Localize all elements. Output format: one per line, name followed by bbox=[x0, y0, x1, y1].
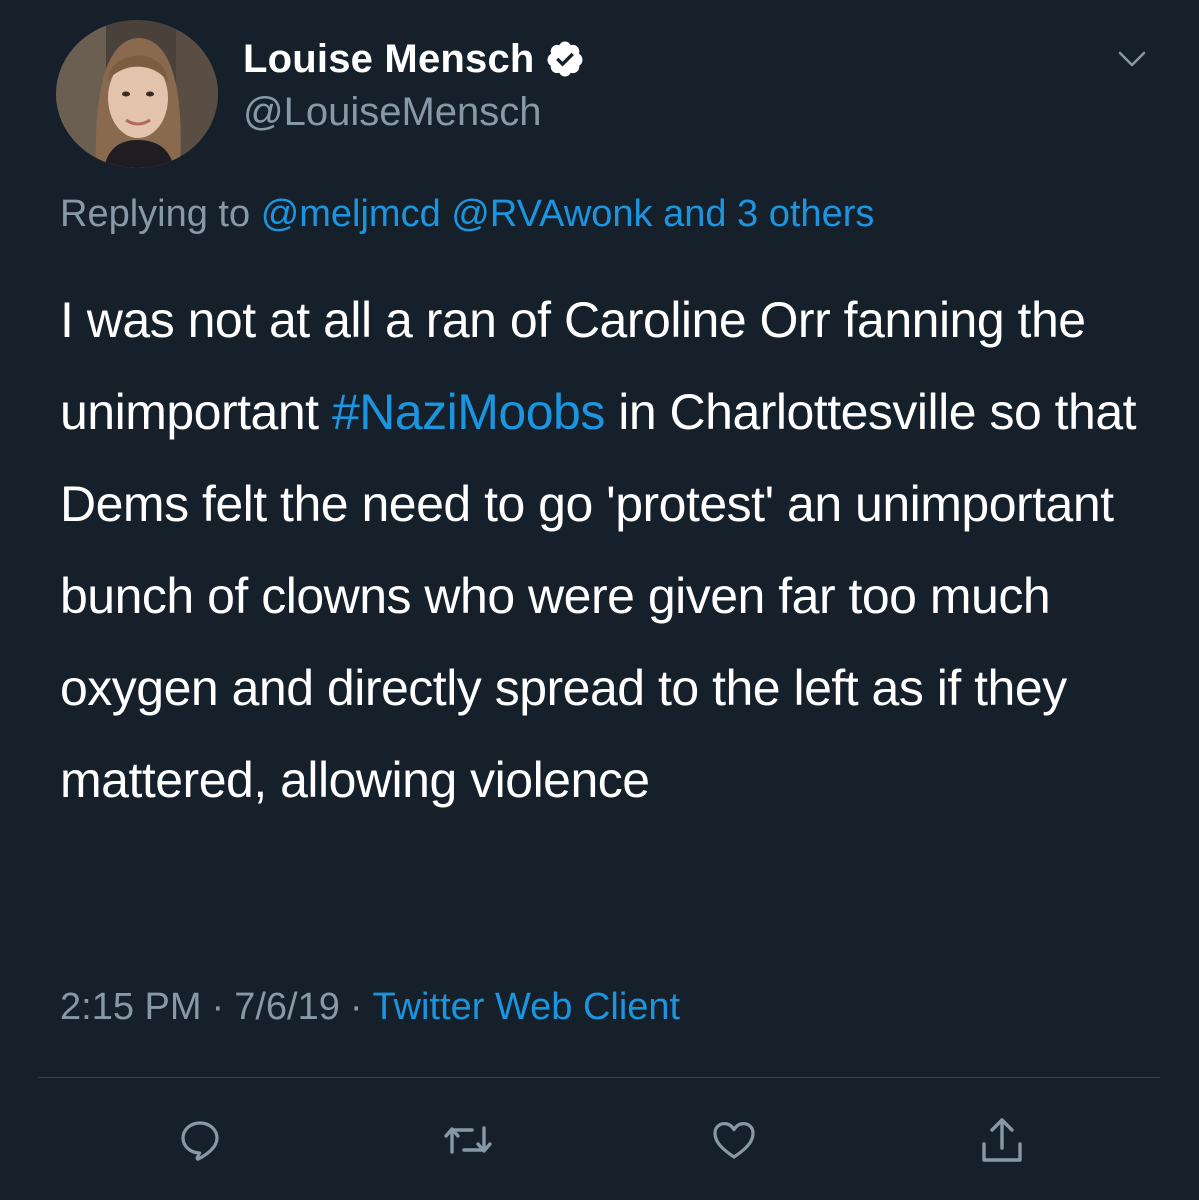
avatar[interactable] bbox=[56, 20, 218, 168]
action-bar bbox=[0, 1112, 1199, 1172]
user-info: Louise Mensch @LouiseMensch bbox=[243, 34, 585, 135]
chevron-down-icon[interactable] bbox=[1117, 48, 1147, 70]
tweet-text: I was not at all a ran of Caroline Orr f… bbox=[60, 274, 1170, 826]
replying-to-line: Replying to @meljmcd @RVAwonk and 3 othe… bbox=[60, 193, 874, 236]
tweet-card: Louise Mensch @LouiseMensch Replying to … bbox=[0, 0, 1199, 1200]
tweet-date[interactable]: 7/6/19 bbox=[234, 986, 340, 1028]
mention-link[interactable]: @RVAwonk bbox=[451, 193, 652, 235]
user-handle[interactable]: @LouiseMensch bbox=[243, 90, 585, 135]
share-icon bbox=[978, 1114, 1026, 1171]
display-name[interactable]: Louise Mensch bbox=[243, 37, 535, 82]
tweet-meta: 2:15 PM · 7/6/19 · Twitter Web Client bbox=[60, 986, 680, 1029]
meta-separator: · bbox=[211, 986, 225, 1028]
hashtag-link[interactable]: #NaziMoobs bbox=[332, 384, 605, 440]
retweet-icon bbox=[442, 1116, 494, 1169]
mention-link[interactable]: @meljmcd bbox=[261, 193, 441, 235]
replying-to-label: Replying to bbox=[60, 193, 251, 235]
heart-icon bbox=[709, 1116, 759, 1169]
like-button[interactable] bbox=[704, 1112, 764, 1172]
meta-separator: · bbox=[349, 986, 363, 1028]
others-link[interactable]: and 3 others bbox=[663, 193, 874, 235]
tweet-text-part: in Charlottesville so that Dems felt the… bbox=[60, 384, 1137, 808]
retweet-button[interactable] bbox=[438, 1112, 498, 1172]
verified-badge-icon bbox=[545, 39, 585, 79]
display-name-row: Louise Mensch bbox=[243, 34, 585, 84]
reply-icon bbox=[176, 1116, 224, 1169]
reply-button[interactable] bbox=[170, 1112, 230, 1172]
avatar-photo bbox=[56, 20, 218, 168]
tweet-source[interactable]: Twitter Web Client bbox=[373, 986, 681, 1028]
share-button[interactable] bbox=[972, 1112, 1032, 1172]
divider bbox=[38, 1077, 1160, 1078]
tweet-time[interactable]: 2:15 PM bbox=[60, 986, 202, 1028]
